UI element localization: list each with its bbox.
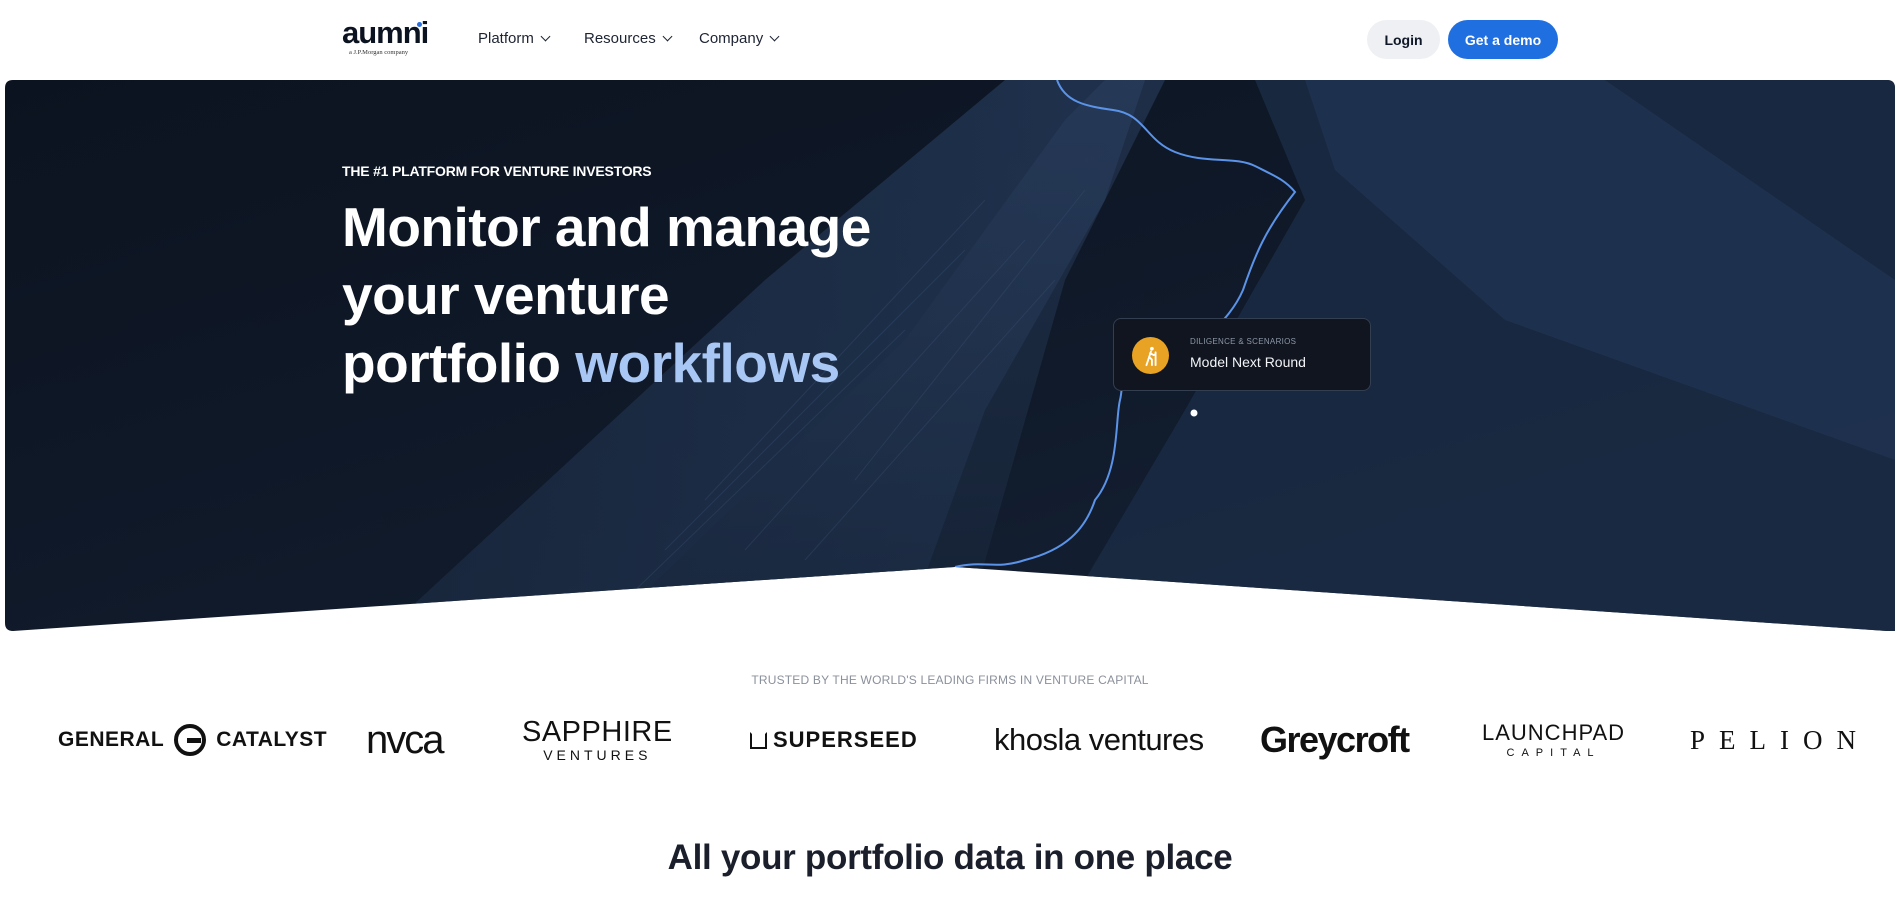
top-nav: aumni a J.P.Morgan company Platform Reso… (0, 0, 1900, 80)
headline-line-1: Monitor and manage (342, 196, 871, 258)
partner-logos-row: GENERAL CATALYST nvca SAPPHIRE VENTURES … (0, 710, 1900, 770)
trusted-caption: TRUSTED BY THE WORLD'S LEADING FIRMS IN … (751, 673, 1149, 687)
hero-mountain-background (5, 80, 1895, 631)
headline-line-2: your venture (342, 264, 670, 326)
logo-dot (417, 22, 422, 27)
logo-text: SUPERSEED (773, 727, 918, 752)
logo-tagline: a J.P.Morgan company (349, 49, 409, 56)
nav-item-label: Platform (478, 30, 534, 47)
nav-item-platform[interactable]: Platform (478, 30, 551, 47)
logo-text: CAPITAL (1506, 746, 1601, 759)
chevron-down-icon (769, 31, 780, 41)
chevron-down-icon (540, 31, 551, 41)
logo-text: GENERAL (58, 728, 165, 751)
logo-sapphire-ventures: SAPPHIRE VENTURES (522, 710, 673, 770)
logo-general-catalyst: GENERAL CATALYST (58, 710, 327, 770)
login-button[interactable]: Login (1367, 20, 1440, 59)
hero-eyebrow: THE #1 PLATFORM FOR VENTURE INVESTORS (342, 163, 652, 179)
hero-headline: Monitor and manage your venture portfoli… (342, 193, 871, 397)
logo-text: SAPPHIRE (522, 716, 673, 748)
general-catalyst-mark-icon (174, 724, 207, 756)
logo-superseed: SUPERSEED (750, 710, 918, 770)
hiker-icon (1132, 337, 1169, 374)
section-title: All your portfolio data in one place (667, 838, 1233, 877)
superseed-mark-icon (750, 731, 767, 749)
nav-item-label: Company (699, 30, 764, 47)
nav-item-label: Resources (584, 30, 656, 47)
hero-section: THE #1 PLATFORM FOR VENTURE INVESTORS Mo… (5, 80, 1895, 631)
logo-wordmark: aumni (342, 15, 429, 50)
logo-text: CATALYST (216, 728, 328, 751)
logo-text: VENTURES (543, 747, 652, 763)
logo-launchpad-capital: LAUNCHPAD CAPITAL (1482, 710, 1625, 770)
logo-greycroft: Greycroft (1260, 719, 1410, 760)
headline-accent-word: workflows (575, 332, 840, 394)
nav-item-company[interactable]: Company (699, 30, 780, 47)
headline-line-3: portfolio (342, 332, 561, 394)
nav-item-resources[interactable]: Resources (584, 30, 673, 47)
scenario-card: DILIGENCE & SCENARIOS Model Next Round (1113, 318, 1371, 391)
chevron-down-icon (662, 31, 673, 41)
logo-pelion: PELION (1690, 724, 1870, 755)
logo-text: LAUNCHPAD (1482, 719, 1626, 745)
logo-khosla-ventures: khosla ventures (994, 722, 1204, 757)
card-title: Model Next Round (1190, 354, 1306, 370)
get-demo-button[interactable]: Get a demo (1448, 20, 1558, 59)
card-kicker: DILIGENCE & SCENARIOS (1190, 337, 1297, 346)
logo-nvca: nvca (366, 717, 444, 762)
aumni-logo[interactable]: aumni a J.P.Morgan company (342, 16, 429, 58)
